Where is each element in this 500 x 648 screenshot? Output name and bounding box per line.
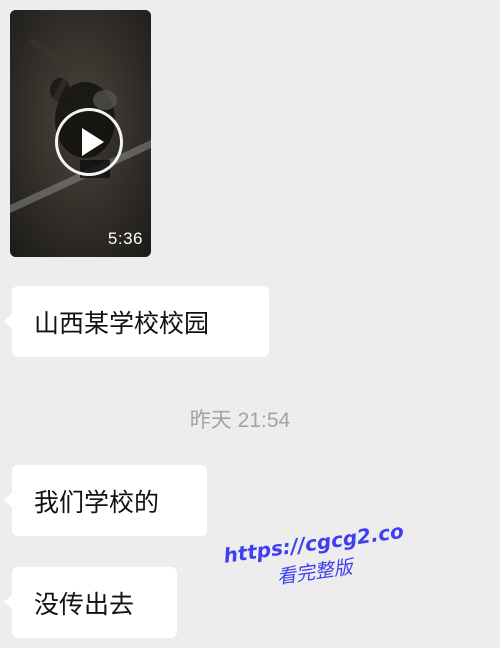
watermark-url: https://cgcg2.co [222, 518, 406, 568]
play-icon [82, 128, 104, 156]
message-bubble[interactable]: 没传出去 [4, 567, 177, 638]
play-button[interactable] [55, 108, 123, 176]
watermark: https://cgcg2.co 看完整版 [222, 519, 409, 597]
message-text: 山西某学校校园 [34, 308, 210, 338]
chat-view: 5:36 山西某学校校园 昨天 21:54 我们学校的 没传出去 https:/… [0, 0, 500, 648]
message-text: 我们学校的 [34, 487, 160, 517]
watermark-caption: 看完整版 [275, 556, 355, 589]
video-duration: 5:36 [107, 229, 143, 248]
timestamp: 昨天 21:54 [189, 409, 291, 432]
message-text: 没传出去 [34, 589, 135, 619]
video-message[interactable]: 5:36 [10, 10, 151, 257]
message-bubble[interactable]: 我们学校的 [4, 465, 207, 536]
message-bubble[interactable]: 山西某学校校园 [4, 286, 269, 357]
